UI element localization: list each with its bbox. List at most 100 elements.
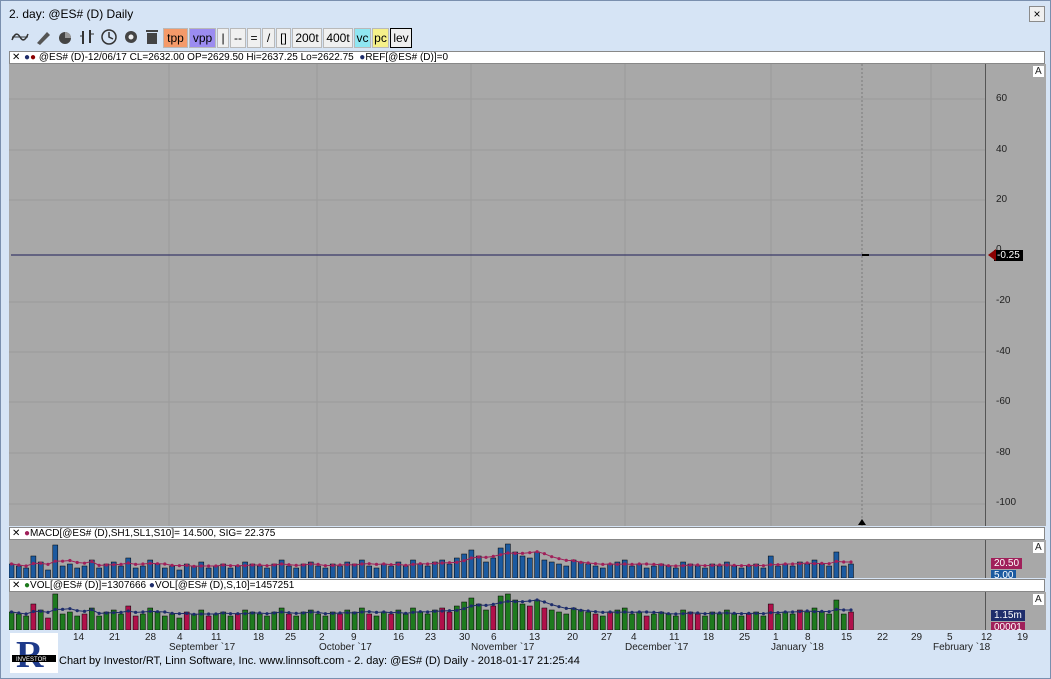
macd-average-point (586, 561, 590, 565)
vol-bar (607, 611, 613, 630)
macd-average-point (513, 551, 517, 555)
vol-bar (760, 615, 767, 630)
vol-bar (848, 611, 854, 630)
vol-average-point (710, 611, 714, 615)
tpp-button[interactable]: tpp (163, 28, 188, 48)
vol-average-point (725, 611, 729, 615)
vol-bar (213, 613, 219, 630)
vol-bar (249, 611, 256, 630)
vol-average-point (812, 610, 817, 614)
macd-plot-area[interactable] (9, 540, 985, 578)
y-tick: 20 (996, 194, 1008, 205)
macd-average-point (418, 562, 422, 566)
vol-average-point (688, 611, 693, 615)
vol-average-point (842, 608, 846, 612)
vol-plot-area[interactable] (9, 592, 985, 630)
slash-line-button[interactable]: / (262, 28, 275, 48)
macd-bar (475, 555, 482, 578)
vol-average-point (550, 603, 554, 607)
vol-average-point (637, 610, 641, 614)
macd-average-point (681, 564, 685, 568)
macd-bar (154, 563, 161, 578)
line-study-icon[interactable] (9, 28, 31, 48)
main-y-axis[interactable]: A 60 40 20 0 -20 -40 -60 -80 -100 -0.25 (985, 64, 1046, 526)
vol-average-point (331, 611, 335, 615)
equal-line-button[interactable]: = (247, 28, 261, 48)
scale-marker[interactable]: A (1033, 66, 1044, 77)
vc-button[interactable]: vc (354, 28, 371, 48)
vol-average-point (287, 611, 291, 615)
vol-average-point (199, 612, 203, 616)
macd-bar (775, 565, 781, 578)
vol-average-point (53, 607, 57, 611)
vol-average-point (207, 612, 211, 616)
macd-average-point (265, 564, 269, 568)
macd-average-point (250, 563, 254, 567)
vertical-line-button[interactable]: | (217, 28, 229, 48)
vol-average-point (477, 603, 481, 607)
vol-average-point (564, 606, 568, 610)
bracket-button[interactable]: [] (276, 28, 291, 48)
pc-button[interactable]: pc (372, 28, 389, 48)
macd-bar (738, 567, 745, 578)
vol-bar (45, 617, 51, 630)
vol-y-axis[interactable]: A 1.15m 00001 (985, 592, 1046, 630)
macd-average-point (141, 562, 145, 566)
macd-average-point (411, 562, 415, 566)
vol-average-point (353, 611, 357, 615)
macd-y-axis[interactable]: A 20.50 5.00 (985, 540, 1046, 578)
vol-bar (264, 615, 270, 630)
macd-bar (373, 567, 380, 578)
clock-icon[interactable] (98, 28, 120, 48)
vol-bar (351, 611, 358, 630)
vpp-button[interactable]: vpp (189, 28, 216, 48)
x-axis[interactable]: 14 21 28 4 11 18 25 2 9 16 23 30 6 13 20 27 4 11 18 25 1 8 15 2… (59, 630, 1045, 655)
close-panel-icon[interactable]: ✕ (12, 52, 22, 63)
vol-average-point (323, 612, 327, 616)
close-panel-icon[interactable]: ✕ (12, 580, 22, 591)
vol-average-point (316, 610, 320, 614)
vol-average-point (214, 612, 218, 616)
chart-window: 2. day: @ES# (D) Daily × tpp vpp | -- = … (0, 0, 1051, 679)
vol-bar (96, 615, 102, 630)
title-bar[interactable]: 2. day: @ES# (D) Daily × (1, 1, 1050, 27)
footer-credit: Chart by Investor/RT, Linn Software, Inc… (59, 655, 580, 667)
vol-average-point (39, 609, 43, 613)
macd-average-point (557, 557, 561, 561)
macd-average-point (550, 555, 554, 559)
dash-line-button[interactable]: -- (230, 28, 246, 48)
logo-brand: INVESTOR (16, 657, 47, 663)
chart-settings-icon[interactable] (54, 28, 76, 48)
vol-bar (118, 613, 124, 630)
macd-average-point (849, 560, 853, 564)
bar-chart-icon[interactable] (76, 28, 98, 48)
200t-button[interactable]: 200t (292, 28, 322, 48)
macd-bar (840, 565, 847, 578)
close-button[interactable]: × (1029, 6, 1045, 22)
macd-bar (490, 557, 497, 578)
macd-bar (322, 567, 329, 578)
macd-average-point (185, 563, 189, 567)
macd-average-point (82, 561, 87, 565)
scale-marker[interactable]: A (1033, 542, 1044, 553)
vol-bar (176, 617, 183, 630)
lev-button[interactable]: lev (390, 28, 412, 48)
macd-bar (505, 543, 511, 578)
vol-average-point (608, 610, 612, 614)
close-panel-icon[interactable]: ✕ (12, 528, 22, 539)
400t-button[interactable]: 400t (323, 28, 353, 48)
macd-average-point (718, 563, 722, 567)
scale-marker[interactable]: A (1033, 594, 1044, 605)
trash-icon[interactable] (142, 28, 162, 48)
pencil-icon[interactable] (32, 28, 54, 48)
vol-average-point (112, 611, 116, 615)
vol-bar (59, 613, 66, 630)
vol-bar (702, 615, 708, 630)
main-plot-area[interactable] (9, 64, 985, 526)
vol-bar (483, 609, 489, 630)
macd-bar (731, 565, 737, 578)
vol-bar (315, 613, 321, 630)
macd-average-point (170, 563, 174, 567)
gear-icon[interactable] (120, 28, 142, 48)
vol-average-point (192, 612, 196, 616)
